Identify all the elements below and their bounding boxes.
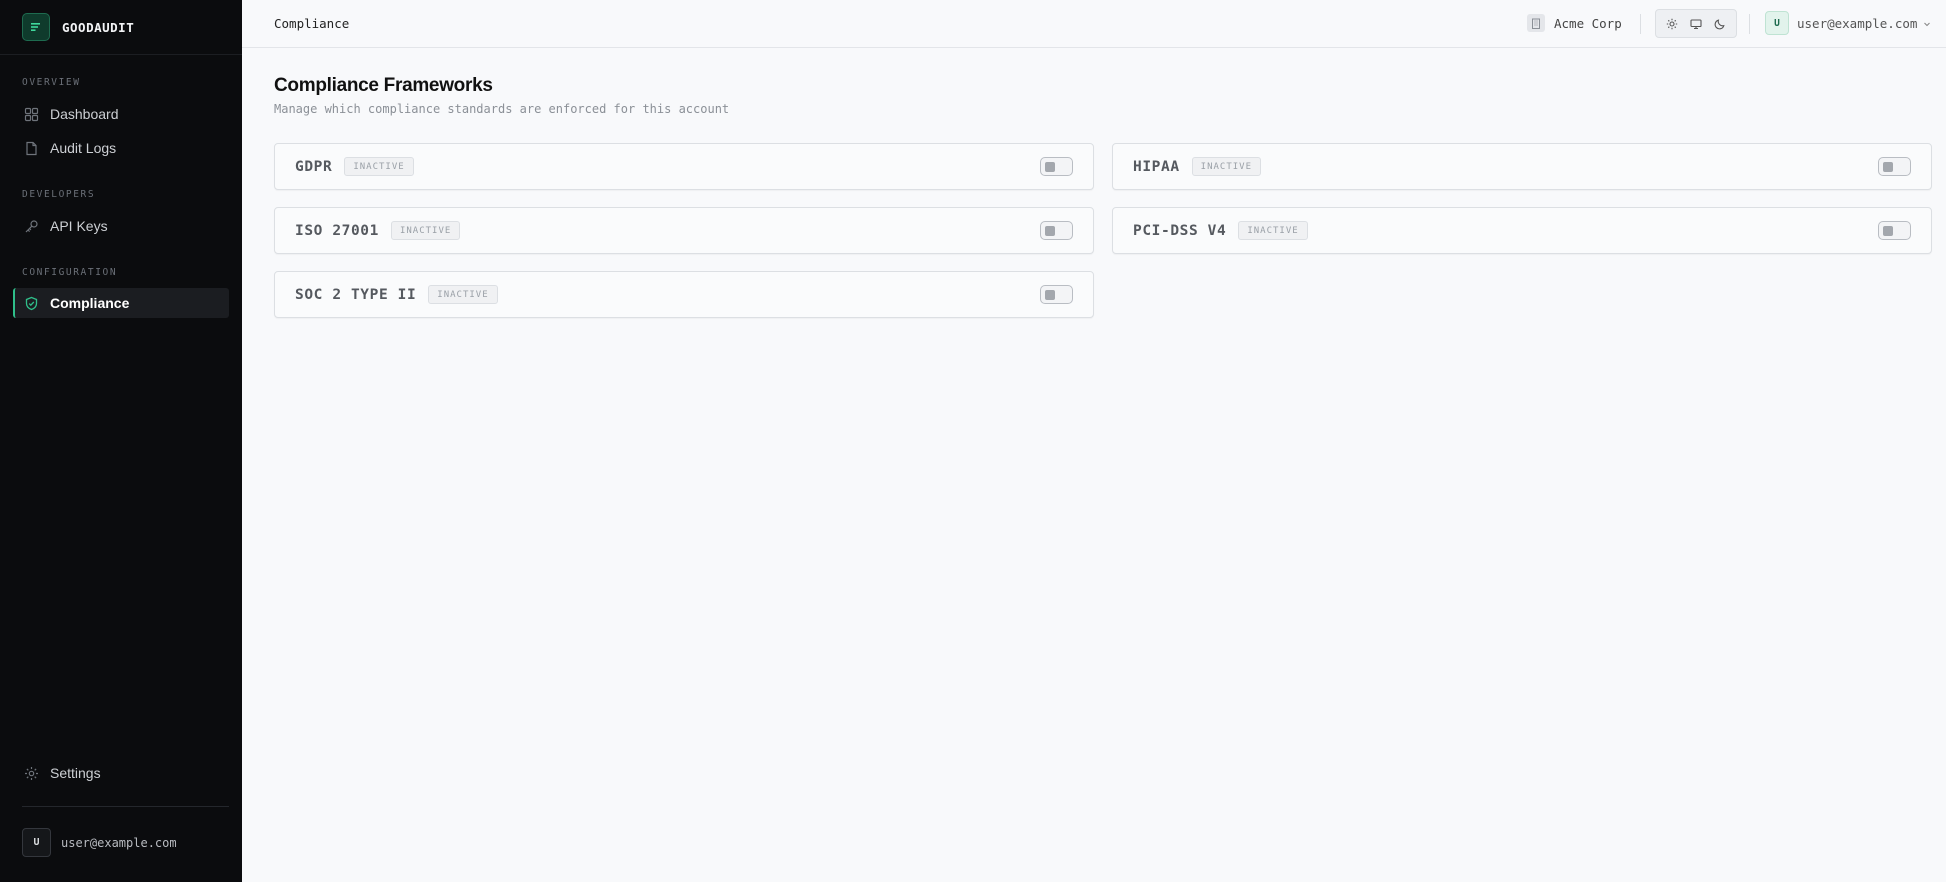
framework-toggle[interactable]: [1040, 285, 1073, 304]
sidebar-divider: [22, 806, 229, 807]
document-icon: [23, 140, 39, 156]
brand-name: GOODAUDIT: [62, 19, 135, 35]
grid-icon: [23, 106, 39, 122]
theme-toggle-group: [1655, 9, 1737, 38]
sidebar-item-dashboard[interactable]: Dashboard: [13, 99, 229, 129]
key-icon: [23, 218, 39, 234]
user-email: user@example.com: [1797, 15, 1918, 31]
framework-name: ISO 27001: [295, 222, 379, 239]
sidebar-item-api-keys[interactable]: API Keys: [13, 211, 229, 241]
org-name: Acme Corp: [1554, 15, 1622, 31]
sidebar: GOODAUDIT OVERVIEW Dashboard Audit Logs …: [0, 0, 242, 882]
topbar-divider: [1749, 14, 1750, 34]
sidebar-item-settings[interactable]: Settings: [13, 758, 229, 788]
framework-card-gdpr: GDPR INACTIVE: [274, 143, 1094, 190]
framework-name: HIPAA: [1133, 158, 1180, 175]
framework-card-pci-dss: PCI-DSS V4 INACTIVE: [1112, 207, 1932, 254]
topbar-divider: [1640, 14, 1641, 34]
topbar: Compliance Acme Corp U user@example.com: [242, 0, 1946, 48]
section-label-developers: DEVELOPERS: [22, 189, 96, 200]
framework-name: GDPR: [295, 158, 333, 175]
framework-toggle[interactable]: [1040, 157, 1073, 176]
building-icon: [1527, 14, 1545, 32]
avatar: U: [22, 828, 51, 857]
framework-card-soc2: SOC 2 TYPE II INACTIVE: [274, 271, 1094, 318]
breadcrumb: Compliance: [274, 16, 350, 31]
status-badge: INACTIVE: [1191, 157, 1262, 176]
framework-toggle[interactable]: [1878, 157, 1911, 176]
section-label-overview: OVERVIEW: [22, 77, 81, 88]
moon-icon[interactable]: [1709, 13, 1731, 35]
page-subtitle: Manage which compliance standards are en…: [274, 102, 730, 116]
sidebar-item-label: API Keys: [50, 218, 108, 234]
sidebar-item-label: Audit Logs: [50, 140, 117, 156]
monitor-icon[interactable]: [1685, 13, 1707, 35]
status-badge: INACTIVE: [428, 285, 498, 304]
sidebar-item-label: Dashboard: [50, 106, 119, 122]
sidebar-item-compliance[interactable]: Compliance: [13, 288, 229, 318]
framework-toggle[interactable]: [1878, 221, 1911, 240]
toggle-knob: [1045, 162, 1055, 172]
org-switcher[interactable]: Acme Corp: [1527, 14, 1622, 32]
avatar: U: [1765, 11, 1789, 35]
gear-icon: [23, 765, 39, 781]
sidebar-user-email: user@example.com: [61, 835, 177, 850]
page-title: Compliance Frameworks: [274, 75, 493, 96]
sidebar-item-label: Settings: [50, 765, 101, 781]
brand-logo-icon: [22, 13, 50, 41]
toggle-knob: [1045, 290, 1055, 300]
sidebar-item-audit-logs[interactable]: Audit Logs: [13, 133, 229, 163]
status-badge: INACTIVE: [344, 157, 414, 176]
toggle-knob: [1883, 226, 1893, 236]
framework-card-iso-27001: ISO 27001 INACTIVE: [274, 207, 1094, 254]
toggle-knob: [1883, 162, 1893, 172]
sidebar-user[interactable]: U user@example.com: [22, 828, 177, 857]
toggle-knob: [1045, 226, 1055, 236]
brand[interactable]: GOODAUDIT: [0, 0, 242, 55]
framework-toggle[interactable]: [1040, 221, 1073, 240]
status-badge: INACTIVE: [1238, 221, 1308, 240]
framework-name: PCI-DSS V4: [1133, 222, 1227, 239]
sidebar-item-label: Compliance: [50, 295, 130, 311]
status-badge: INACTIVE: [390, 221, 461, 240]
chevron-down-icon: [1923, 16, 1931, 31]
section-label-configuration: CONFIGURATION: [22, 267, 118, 278]
framework-card-hipaa: HIPAA INACTIVE: [1112, 143, 1932, 190]
shield-check-icon: [23, 295, 39, 311]
framework-name: SOC 2 TYPE II: [295, 286, 417, 303]
user-menu[interactable]: U user@example.com: [1765, 11, 1931, 35]
sun-icon[interactable]: [1661, 13, 1683, 35]
